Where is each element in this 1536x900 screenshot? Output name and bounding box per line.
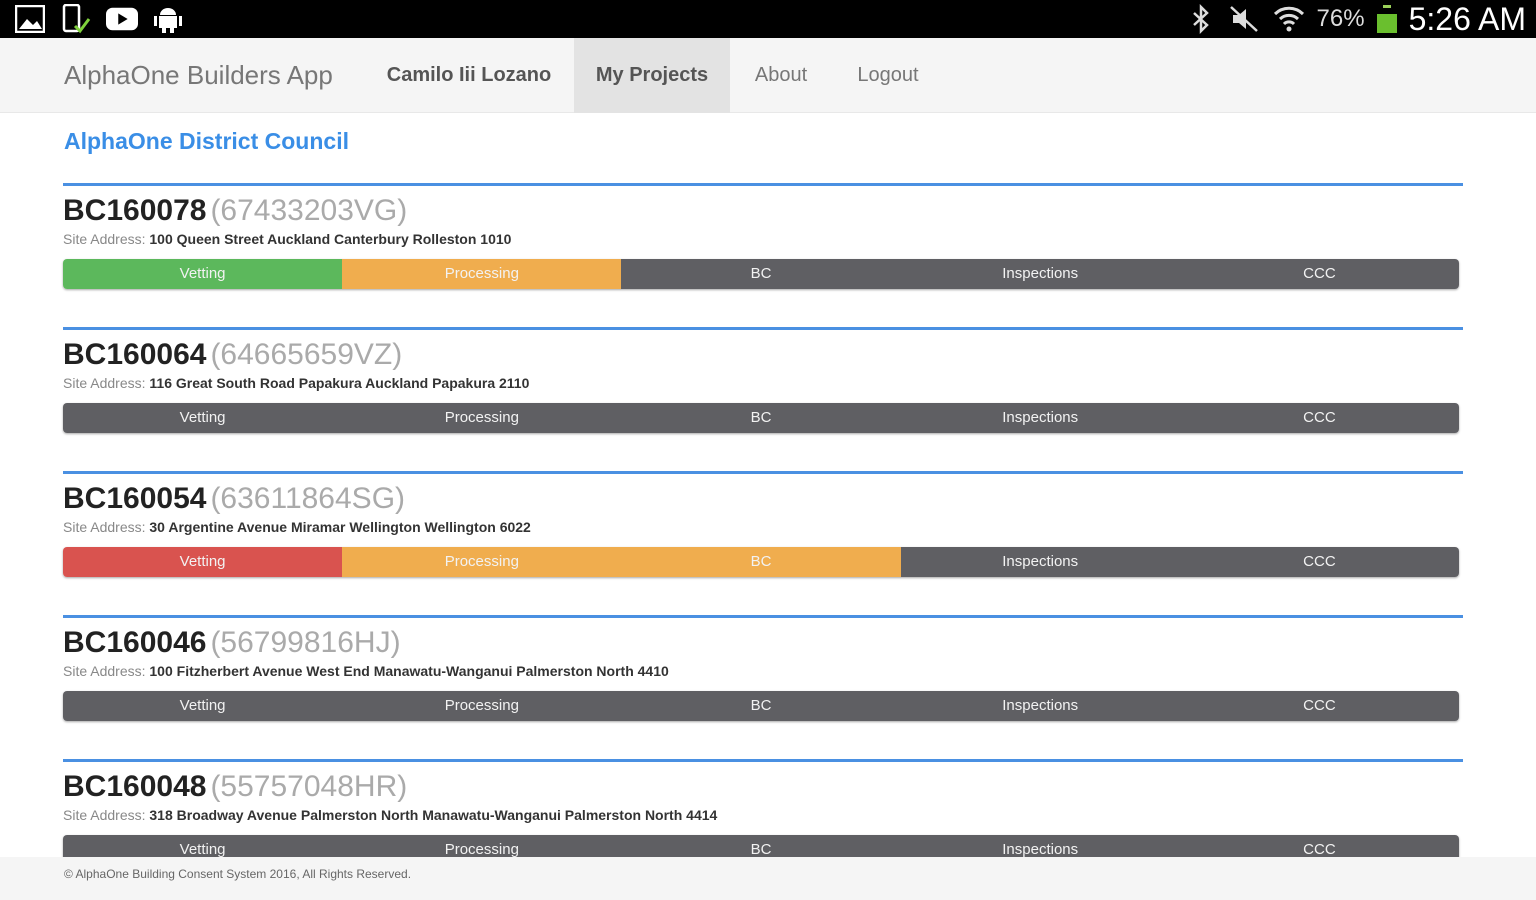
stage-vetting: Vetting xyxy=(63,259,343,289)
stage-inspections: Inspections xyxy=(900,403,1180,433)
project-divider xyxy=(63,327,1463,330)
stage-bc: BC xyxy=(621,691,901,721)
site-address: Site Address: 100 Fitzherbert Avenue Wes… xyxy=(63,663,669,679)
project-divider xyxy=(63,615,1463,618)
site-address-value: 318 Broadway Avenue Palmerston North Man… xyxy=(149,807,718,823)
mute-icon xyxy=(1229,4,1261,34)
site-address-label: Site Address: xyxy=(63,375,146,391)
nav-user[interactable]: Camilo Iii Lozano xyxy=(372,38,566,113)
project-code: BC160054 xyxy=(63,482,207,515)
stage-inspections: Inspections xyxy=(900,691,1180,721)
youtube-icon xyxy=(106,4,138,34)
battery-percent: 76% xyxy=(1316,5,1365,32)
stage-inspections: Inspections xyxy=(900,547,1180,577)
site-address-value: 100 Queen Street Auckland Canterbury Rol… xyxy=(149,231,512,247)
android-icon xyxy=(152,4,184,34)
project-code: BC160046 xyxy=(63,626,207,659)
project-title[interactable]: BC160078 (67433203VG) xyxy=(63,191,407,231)
project-title[interactable]: BC160054 (63611864SG) xyxy=(63,479,405,519)
stage-ccc: CCC xyxy=(1179,547,1459,577)
stage-ccc: CCC xyxy=(1179,403,1459,433)
project-title[interactable]: BC160064 (64665659VZ) xyxy=(63,335,402,375)
site-address: Site Address: 116 Great South Road Papak… xyxy=(63,375,529,391)
project-item: BC160078 (67433203VG) Site Address: 100 Qu… xyxy=(63,183,1463,303)
project-item: BC160054 (63611864SG) Site Address: 30 Arg… xyxy=(63,471,1463,591)
status-bar: 76% 5:26 AM xyxy=(0,0,1536,38)
system-icons: 76% 5:26 AM xyxy=(1185,0,1526,38)
stage-processing: Processing xyxy=(342,403,622,433)
site-address-label: Site Address: xyxy=(63,231,146,247)
project-item: BC160064 (64665659VZ) Site Address: 116 Gr… xyxy=(63,327,1463,447)
project-reference: (56799816HJ) xyxy=(210,626,401,659)
gallery-icon xyxy=(14,4,46,34)
council-title[interactable]: AlphaOne District Council xyxy=(64,128,349,155)
stage-processing: Processing xyxy=(342,547,622,577)
progress-bar: Vetting Processing BC Inspections CCC xyxy=(63,547,1459,577)
progress-bar: Vetting Processing BC Inspections CCC xyxy=(63,691,1459,721)
stage-bc: BC xyxy=(621,547,901,577)
site-address-label: Site Address: xyxy=(63,663,146,679)
site-address-value: 116 Great South Road Papakura Auckland P… xyxy=(149,375,530,391)
site-address: Site Address: 30 Argentine Avenue Mirama… xyxy=(63,519,531,535)
nav-my-projects[interactable]: My Projects xyxy=(574,38,730,113)
stage-ccc: CCC xyxy=(1179,259,1459,289)
project-code: BC160078 xyxy=(63,194,207,227)
project-code: BC160048 xyxy=(63,770,207,803)
stage-processing: Processing xyxy=(342,691,622,721)
site-address: Site Address: 318 Broadway Avenue Palmer… xyxy=(63,807,717,823)
project-divider xyxy=(63,183,1463,186)
project-title[interactable]: BC160048 (55757048HR) xyxy=(63,767,407,807)
nav-logout[interactable]: Logout xyxy=(838,38,938,113)
project-code: BC160064 xyxy=(63,338,207,371)
stage-processing: Processing xyxy=(342,259,622,289)
site-address-label: Site Address: xyxy=(63,807,146,823)
site-address: Site Address: 100 Queen Street Auckland … xyxy=(63,231,511,247)
project-divider xyxy=(63,471,1463,474)
site-address-value: 100 Fitzherbert Avenue West End Manawatu… xyxy=(149,663,669,679)
bluetooth-icon xyxy=(1185,4,1217,34)
navbar: AlphaOne Builders App Camilo Iii Lozano … xyxy=(0,38,1536,113)
nav-about[interactable]: About xyxy=(738,38,824,113)
stage-bc: BC xyxy=(621,259,901,289)
project-item: BC160046 (56799816HJ) Site Address: 100 Fi… xyxy=(63,615,1463,735)
site-address-value: 30 Argentine Avenue Miramar Wellington W… xyxy=(149,519,531,535)
stage-bc: BC xyxy=(621,403,901,433)
stage-ccc: CCC xyxy=(1179,691,1459,721)
project-divider xyxy=(63,759,1463,762)
copyright-text: © AlphaOne Building Consent System 2016,… xyxy=(64,867,412,881)
project-reference: (64665659VZ) xyxy=(210,338,403,371)
project-reference: (67433203VG) xyxy=(210,194,408,227)
project-reference: (55757048HR) xyxy=(210,770,408,803)
progress-bar: Vetting Processing BC Inspections CCC xyxy=(63,403,1459,433)
stage-vetting: Vetting xyxy=(63,547,343,577)
stage-vetting: Vetting xyxy=(63,691,343,721)
wifi-icon xyxy=(1273,4,1305,34)
project-title[interactable]: BC160046 (56799816HJ) xyxy=(63,623,401,663)
site-address-label: Site Address: xyxy=(63,519,146,535)
brand-link[interactable]: AlphaOne Builders App xyxy=(64,38,333,113)
battery-icon xyxy=(1376,5,1397,33)
notification-icons xyxy=(14,4,184,34)
stage-vetting: Vetting xyxy=(63,403,343,433)
progress-bar: Vetting Processing BC Inspections CCC xyxy=(63,259,1459,289)
footer: © AlphaOne Building Consent System 2016,… xyxy=(0,857,1536,900)
phone-check-icon xyxy=(60,4,92,34)
clock: 5:26 AM xyxy=(1408,0,1526,37)
project-reference: (63611864SG) xyxy=(210,482,406,515)
stage-inspections: Inspections xyxy=(900,259,1180,289)
